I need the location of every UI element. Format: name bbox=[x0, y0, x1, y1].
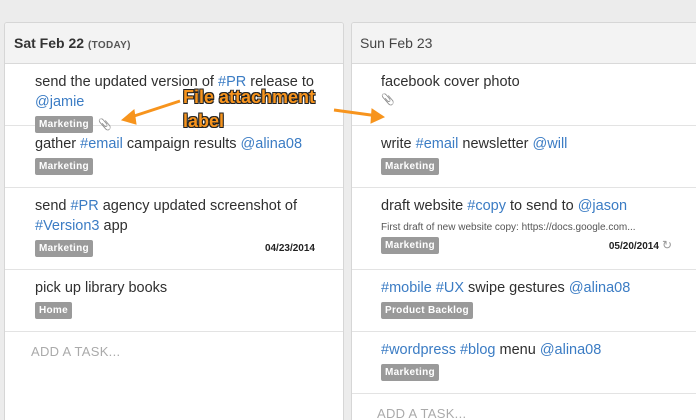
task-title[interactable]: facebook cover photo bbox=[381, 72, 696, 92]
repeat-icon: ↻ bbox=[661, 238, 672, 252]
task-title[interactable]: send #PR agency updated screenshot of #V… bbox=[35, 196, 343, 236]
add-task-input[interactable]: ADD A TASK... bbox=[5, 332, 343, 359]
task-meta: Marketing bbox=[381, 362, 696, 382]
task-meta: Marketing bbox=[35, 156, 343, 176]
due-date-text: 04/23/2014 bbox=[264, 242, 315, 254]
task-title-text: agency updated screenshot of bbox=[98, 198, 298, 214]
due-date: 05/20/2014 ↻ bbox=[609, 238, 672, 252]
task-title[interactable]: draft website #copy to send to @jason bbox=[381, 196, 696, 216]
task-title[interactable]: write #email newsletter @will bbox=[381, 134, 696, 154]
task-tag-link[interactable]: @alina08 bbox=[241, 136, 302, 152]
task-item[interactable]: pick up library books Home bbox=[5, 270, 343, 332]
task-meta: Home bbox=[35, 300, 343, 320]
task-item[interactable]: #wordpress #blog menu @alina08 Marketing bbox=[352, 332, 696, 394]
task-title-text: write bbox=[381, 136, 416, 152]
task-tag-link[interactable]: @jason bbox=[578, 198, 627, 214]
task-meta: Marketing 04/23/2014 bbox=[35, 238, 343, 258]
day-column-header: Sun Feb 23 bbox=[352, 23, 696, 64]
task-list-label[interactable]: Home bbox=[35, 301, 72, 319]
task-title-text: swipe gestures bbox=[464, 280, 569, 296]
task-tag-link[interactable]: @alina08 bbox=[569, 280, 630, 296]
today-badge: (TODAY) bbox=[88, 40, 131, 51]
task-item[interactable]: send #PR agency updated screenshot of #V… bbox=[5, 188, 343, 270]
task-tag-link[interactable]: #UX bbox=[436, 280, 464, 296]
task-title-text: pick up library books bbox=[35, 280, 168, 296]
add-task-input[interactable]: ADD A TASK... bbox=[352, 394, 696, 420]
annotation-line-1: File attachment bbox=[183, 87, 316, 107]
task-item[interactable]: facebook cover photo 📎 bbox=[352, 64, 696, 126]
day-title: Sun Feb 23 bbox=[360, 35, 433, 51]
task-title-text: to send to bbox=[505, 198, 578, 214]
day-column-header: Sat Feb 22 (TODAY) bbox=[5, 23, 343, 64]
task-tag-link[interactable]: #copy bbox=[467, 198, 506, 214]
task-item[interactable]: gather #email campaign results @alina08 M… bbox=[5, 126, 343, 188]
task-tag-link[interactable]: #email bbox=[416, 136, 459, 152]
task-tag-link[interactable]: #wordpress bbox=[381, 342, 456, 358]
task-tag-link[interactable]: #email bbox=[80, 136, 123, 152]
file-attachment-annotation: File attachment label bbox=[183, 85, 315, 133]
task-title-text: send bbox=[35, 198, 71, 214]
task-title-text: menu bbox=[495, 342, 540, 358]
task-list-label[interactable]: Product Backlog bbox=[381, 301, 473, 319]
task-meta: Product Backlog bbox=[381, 300, 696, 320]
due-date: 04/23/2014 bbox=[265, 243, 315, 254]
task-item[interactable]: write #email newsletter @will Marketing bbox=[352, 126, 696, 188]
task-list: facebook cover photo 📎 write #email newsle… bbox=[352, 64, 696, 394]
task-tag-link[interactable]: #PR bbox=[70, 198, 98, 214]
task-title-text: newsletter bbox=[458, 136, 533, 152]
annotation-line-2: label bbox=[183, 111, 225, 131]
task-title-text: campaign results bbox=[122, 136, 241, 152]
due-date-text: 05/20/2014 bbox=[608, 241, 659, 252]
task-tag-link[interactable]: #Version3 bbox=[35, 218, 100, 234]
task-list-label[interactable]: Marketing bbox=[35, 157, 93, 175]
task-tag-link[interactable]: @will bbox=[533, 136, 568, 152]
task-item[interactable]: #mobile #UX swipe gestures @alina08 Produ… bbox=[352, 270, 696, 332]
task-list-label[interactable]: Marketing bbox=[35, 239, 93, 257]
task-list-label[interactable]: Marketing bbox=[381, 236, 439, 254]
paperclip-icon[interactable]: 📎 bbox=[381, 93, 696, 111]
day-title: Sat Feb 22 bbox=[14, 35, 85, 51]
task-list-label[interactable]: Marketing bbox=[381, 363, 439, 381]
task-tag-link[interactable]: #mobile bbox=[381, 280, 432, 296]
task-title[interactable]: gather #email campaign results @alina08 bbox=[35, 134, 343, 154]
task-title-text: draft website bbox=[381, 198, 468, 214]
task-list-label[interactable]: Marketing bbox=[381, 157, 439, 175]
task-title[interactable]: #wordpress #blog menu @alina08 bbox=[381, 340, 696, 360]
day-column-sat-feb-22: Sat Feb 22 (TODAY) send the updated versi… bbox=[4, 22, 344, 420]
task-title[interactable]: pick up library books bbox=[35, 278, 343, 298]
task-meta: Marketing bbox=[381, 156, 696, 176]
task-title-text: facebook cover photo bbox=[381, 74, 520, 90]
task-meta: Marketing 05/20/2014 ↻ bbox=[381, 235, 696, 255]
task-note: First draft of new website copy: https:/… bbox=[381, 222, 636, 233]
task-item[interactable]: draft website #copy to send to @jason Fir… bbox=[352, 188, 696, 270]
task-title[interactable]: #mobile #UX swipe gestures @alina08 bbox=[381, 278, 696, 298]
task-tag-link[interactable]: #blog bbox=[460, 342, 495, 358]
task-tag-link[interactable]: @alina08 bbox=[540, 342, 601, 358]
day-column-sun-feb-23: Sun Feb 23 facebook cover photo 📎 write #e… bbox=[351, 22, 696, 420]
task-title-text: app bbox=[99, 218, 128, 234]
task-title-text: gather bbox=[35, 136, 81, 152]
task-tag-link[interactable]: @jamie bbox=[35, 94, 84, 110]
